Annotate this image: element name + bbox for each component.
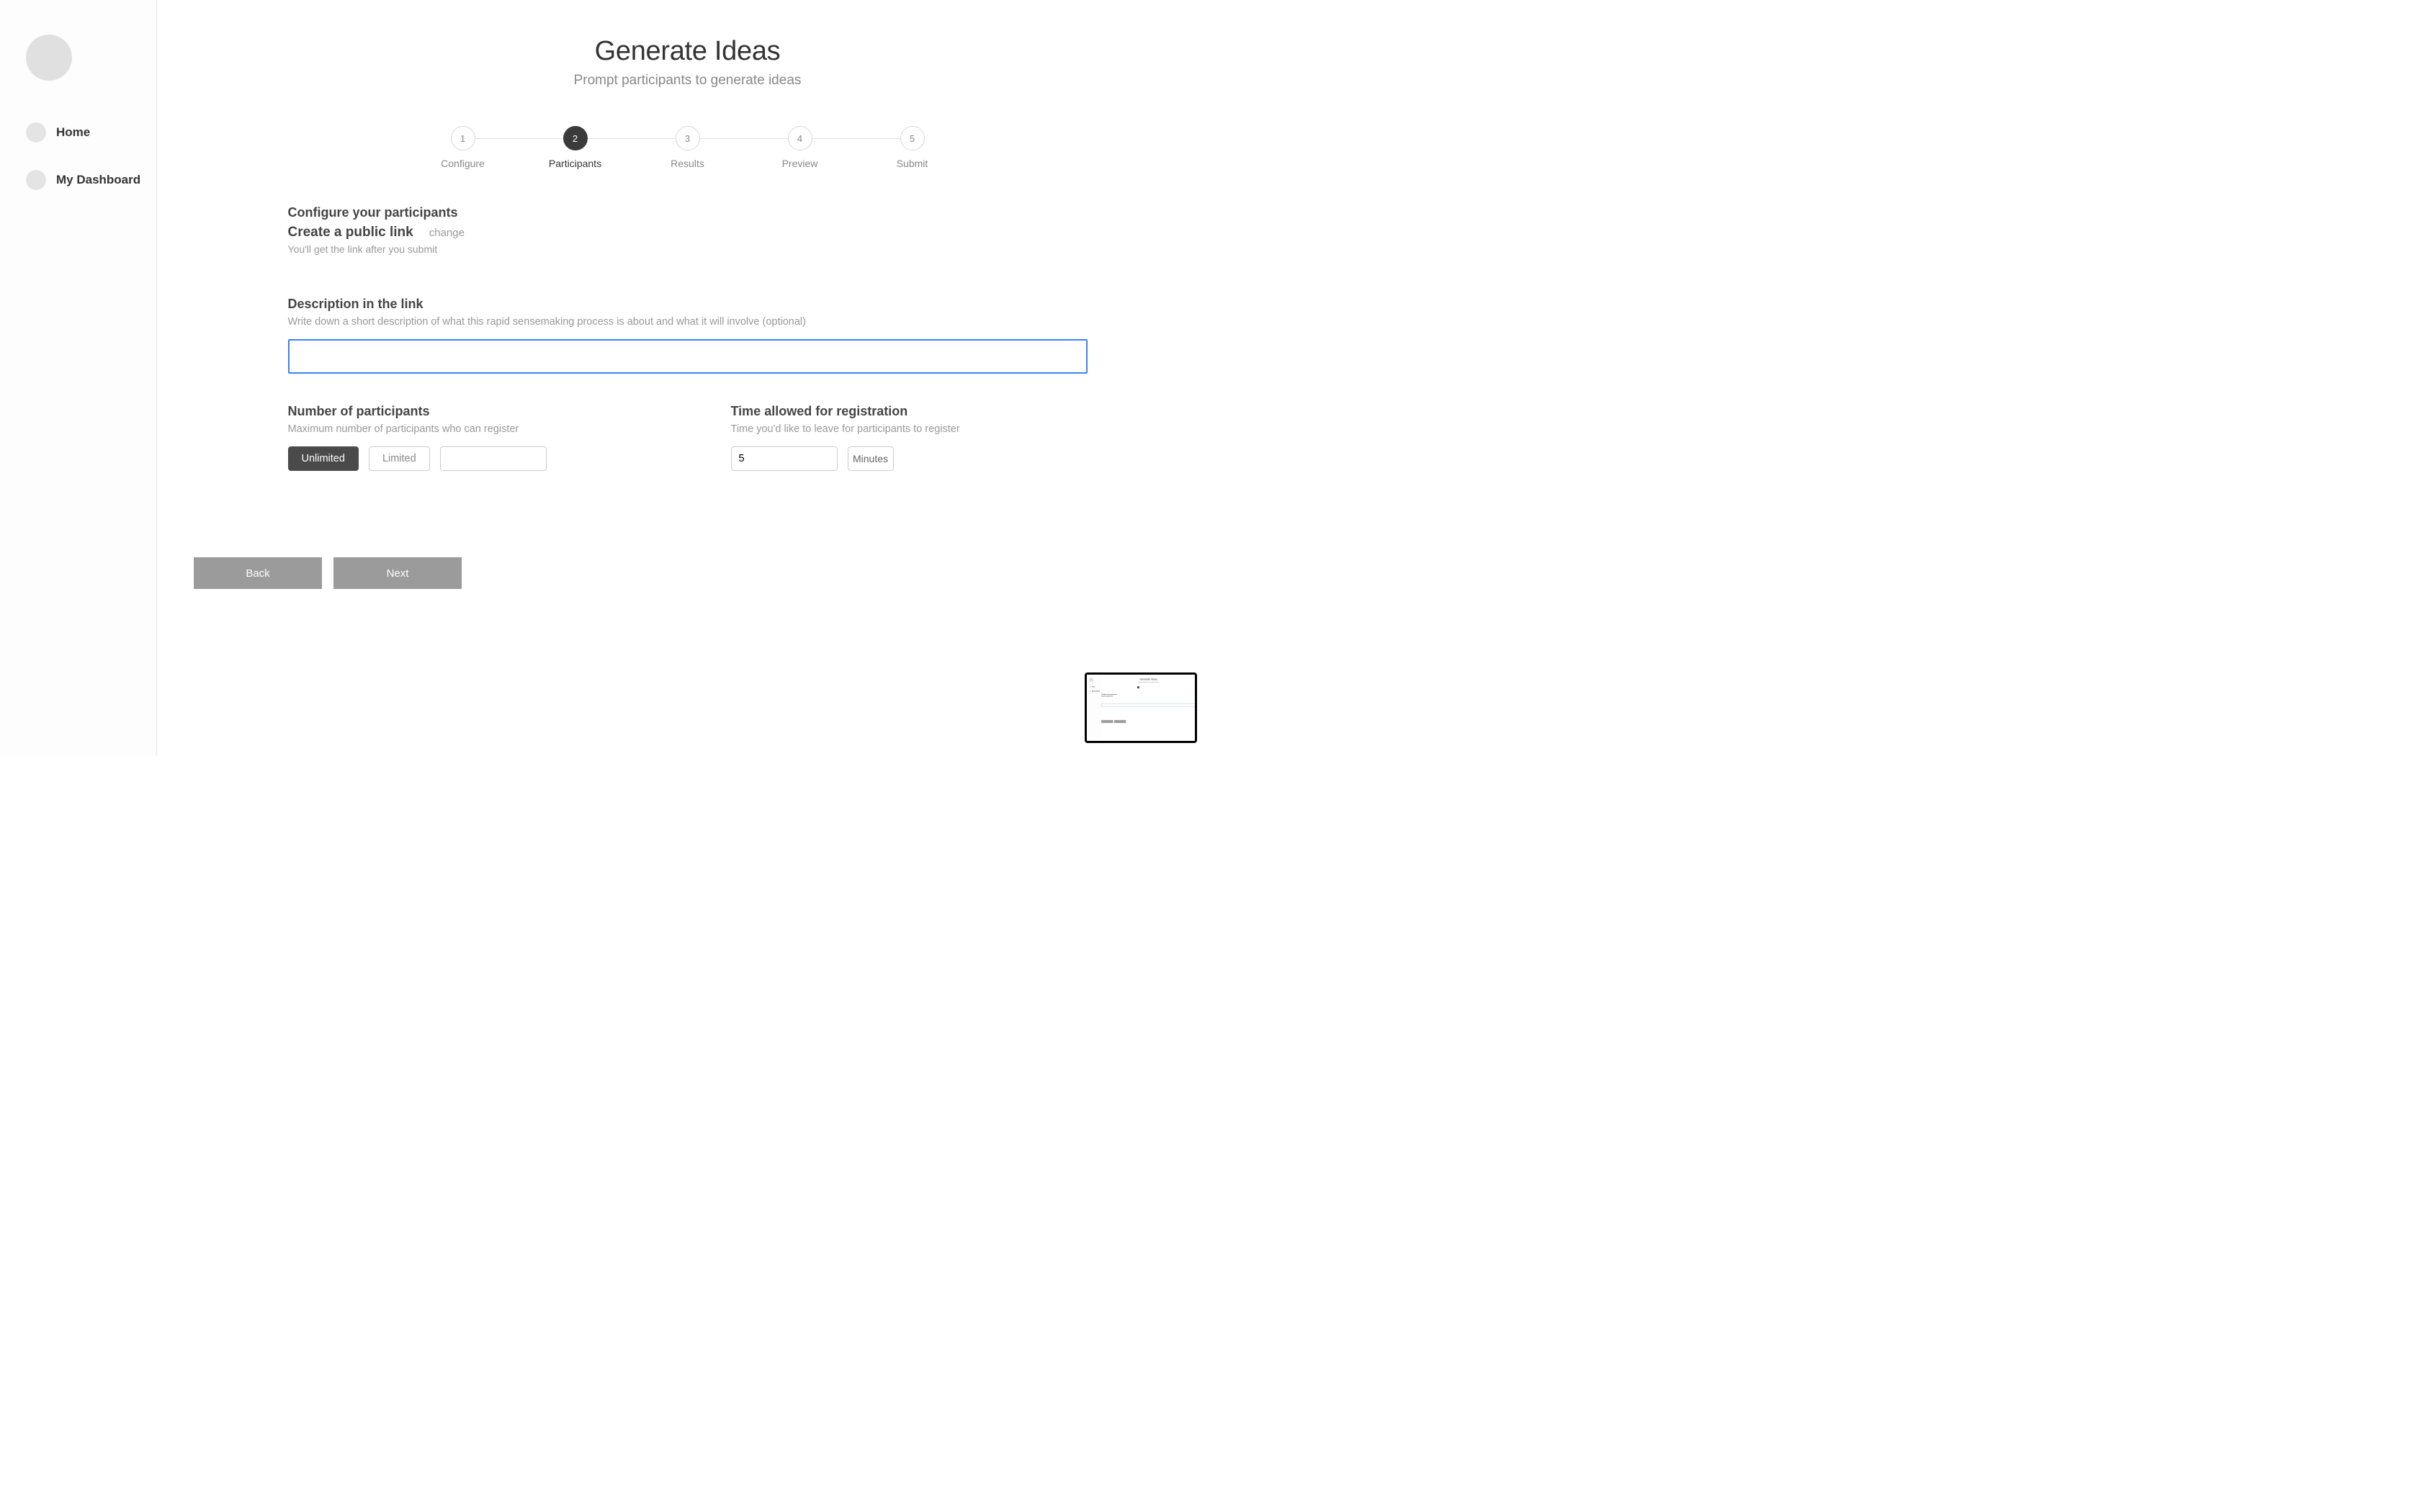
change-link[interactable]: change [429, 227, 465, 239]
next-button[interactable]: Next [333, 557, 462, 589]
sidebar-item-label: My Dashboard [56, 173, 140, 187]
step-label: Configure [441, 158, 485, 169]
step-configure[interactable]: 1 Configure [407, 126, 519, 169]
footer-buttons: Back Next [194, 557, 462, 589]
step-label: Participants [549, 158, 601, 169]
step-number: 1 [451, 126, 475, 150]
step-connector [688, 138, 800, 139]
step-label: Results [671, 158, 704, 169]
page-title: Generate Ideas [194, 36, 1181, 67]
time-subtext: Time you'd like to leave for participant… [731, 423, 1088, 435]
limited-button[interactable]: Limited [369, 446, 430, 471]
avatar[interactable] [26, 35, 72, 81]
step-number: 2 [563, 126, 588, 150]
step-submit[interactable]: 5 Submit [856, 126, 969, 169]
unlimited-button[interactable]: Unlimited [288, 446, 359, 471]
nav-dot-icon [26, 170, 46, 190]
step-number: 5 [900, 126, 925, 150]
link-row: Create a public link change [288, 225, 1088, 240]
time-column: Time allowed for registration Time you'd… [731, 404, 1088, 471]
step-number: 4 [788, 126, 812, 150]
sidebar-item-home[interactable]: Home [26, 122, 156, 143]
form-area: Configure your participants Create a pub… [288, 205, 1088, 471]
back-button[interactable]: Back [194, 557, 322, 589]
description-subtext: Write down a short description of what t… [288, 316, 1088, 328]
nav-dot-icon [26, 122, 46, 143]
participants-subtext: Maximum number of participants who can r… [288, 423, 645, 435]
sidebar-item-my-dashboard[interactable]: My Dashboard [26, 170, 156, 190]
description-title: Description in the link [288, 297, 1088, 312]
time-title: Time allowed for registration [731, 404, 1088, 419]
step-label: Preview [782, 158, 818, 169]
participants-title: Number of participants [288, 404, 645, 419]
participants-column: Number of participants Maximum number of… [288, 404, 645, 471]
time-value-input[interactable] [731, 446, 838, 471]
participants-controls: Unlimited Limited [288, 446, 645, 471]
description-field-group: Description in the link Write down a sho… [288, 297, 1088, 374]
link-heading: Create a public link [288, 225, 413, 240]
step-preview[interactable]: 4 Preview [744, 126, 856, 169]
sidebar: Home My Dashboard [0, 0, 157, 756]
step-connector [575, 138, 688, 139]
stepper: 1 Configure 2 Participants 3 Results 4 P… [407, 126, 969, 169]
link-help-text: You'll get the link after you submit [288, 243, 1088, 255]
step-label: Submit [897, 158, 928, 169]
settings-row: Number of participants Maximum number of… [288, 404, 1088, 471]
step-connector [463, 138, 575, 139]
participant-limit-input[interactable] [440, 446, 547, 471]
description-input[interactable] [288, 339, 1088, 374]
main-content: Generate Ideas Prompt participants to ge… [158, 0, 1210, 756]
step-number: 3 [676, 126, 700, 150]
time-controls: Minutes [731, 446, 1088, 471]
sidebar-item-label: Home [56, 125, 90, 140]
step-connector [800, 138, 913, 139]
preview-thumbnail[interactable]: Home My Dashboard Generate Ideas Prompt … [1085, 672, 1197, 743]
configure-heading: Configure your participants [288, 205, 1088, 220]
time-unit-select[interactable]: Minutes [848, 446, 894, 471]
step-results[interactable]: 3 Results [632, 126, 744, 169]
step-participants[interactable]: 2 Participants [519, 126, 632, 169]
page-subtitle: Prompt participants to generate ideas [194, 73, 1181, 89]
